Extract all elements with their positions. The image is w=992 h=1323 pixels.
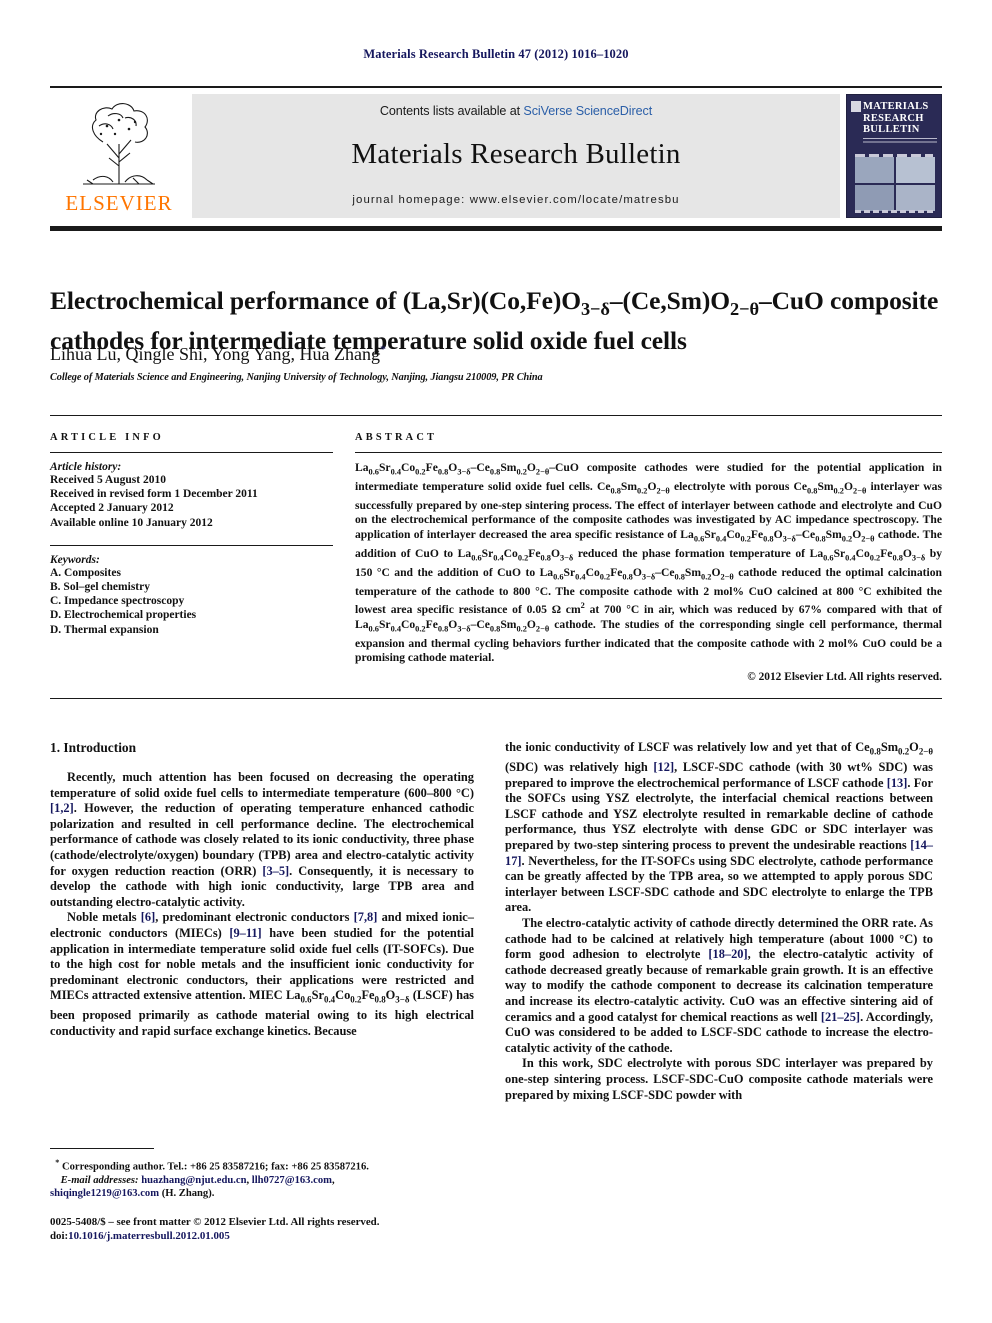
elsevier-tree-icon (83, 103, 155, 185)
elsevier-logo: ELSEVIER (50, 94, 188, 218)
abstract-heading: ABSTRACT (355, 432, 438, 443)
article-history-accepted: Accepted 2 January 2012 (50, 502, 174, 515)
footnotes-block: * Corresponding author. Tel.: +86 25 835… (50, 1156, 474, 1200)
email-suffix: (H. Zhang). (161, 1187, 215, 1199)
section-heading-introduction: 1. Introduction (50, 740, 137, 755)
corresponding-author-marker: * (380, 342, 387, 356)
imprint-block: 0025-5408/$ – see front matter © 2012 El… (50, 1216, 550, 1243)
article-history-revised: Received in revised form 1 December 2011 (50, 488, 258, 501)
corresponding-author-text: Corresponding author. Tel.: +86 25 83587… (61, 1161, 369, 1173)
cover-micrograph-grid (855, 157, 935, 211)
cover-footer-strip (855, 210, 933, 213)
citation-link[interactable]: [13] (887, 776, 908, 790)
info-section-top-rule (50, 415, 942, 416)
cover-title: MATERIALS RESEARCH BULLETIN (847, 95, 941, 136)
cover-micrograph-4 (896, 185, 935, 211)
keyword-item: D. Thermal expansion (50, 623, 159, 636)
journal-cover-thumbnail: MATERIALS RESEARCH BULLETIN (846, 94, 942, 218)
corresponding-author-note: * Corresponding author. Tel.: +86 25 835… (50, 1156, 474, 1174)
authors-text: Lihua Lu, Qingle Shi, Yong Yang, Hua Zha… (50, 344, 381, 364)
journal-title: Materials Research Bulletin (351, 138, 681, 170)
citation-link[interactable]: [12] (653, 760, 674, 774)
citation-link[interactable]: [9–11] (229, 926, 261, 940)
cover-logo-badge (851, 101, 861, 112)
footnote-separator (50, 1148, 154, 1149)
keyword-item: B. Sol–gel chemistry (50, 581, 150, 594)
article-history-label: Article history: (50, 461, 122, 473)
email-link[interactable]: llh0727@163.com (252, 1175, 332, 1186)
keyword-item: C. Impedance spectroscopy (50, 595, 185, 608)
keywords-block: Keywords: A. Composites B. Sol–gel chemi… (50, 544, 333, 637)
journal-band: Contents lists available at SciVerse Sci… (192, 94, 840, 218)
abstract-divider (355, 452, 942, 453)
cover-micrograph-1 (855, 157, 894, 183)
cover-micrograph-2 (896, 157, 935, 183)
affiliation: College of Materials Science and Enginee… (50, 372, 543, 383)
doi-link[interactable]: 10.1016/j.materresbull.2012.01.005 (68, 1230, 230, 1242)
cover-title-line-2: RESEARCH (863, 112, 924, 124)
body-column-right: the ionic conductivity of LSCF was relat… (505, 740, 933, 1103)
paper-page: Materials Research Bulletin 47 (2012) 10… (0, 0, 992, 1323)
paragraph: Recently, much attention has been focuse… (50, 770, 474, 909)
citation-link[interactable]: [7,8] (354, 910, 378, 924)
running-head: Materials Research Bulletin 47 (2012) 10… (363, 47, 629, 61)
keywords-label: Keywords: (50, 553, 100, 566)
email-note: E-mail addresses: huazhang@njut.edu.cn, … (50, 1174, 335, 1199)
abstract-bottom-rule (50, 698, 942, 699)
keyword-item: D. Electrochemical properties (50, 609, 197, 622)
footnote-star-marker: * (55, 1158, 60, 1167)
article-info-heading: ARTICLE INFO (50, 432, 164, 443)
doi-line: doi:10.1016/j.materresbull.2012.01.005 (50, 1230, 550, 1244)
issn-line: 0025-5408/$ – see front matter © 2012 El… (50, 1216, 380, 1228)
paragraph: Noble metals [6], predominant electronic… (50, 910, 475, 1038)
email-link[interactable]: shiqingle1219@163.com (50, 1188, 159, 1199)
article-history-received: Received 5 August 2010 (50, 474, 166, 486)
citation-link[interactable]: [14–17] (505, 838, 933, 868)
article-info-column: ARTICLE INFO Article history: Received 5… (50, 432, 333, 637)
keyword-item: A. Composites (50, 566, 121, 579)
abstract-column: ABSTRACT La0.6Sr0.4Co0.2Fe0.8O3−δ–Ce0.8S… (355, 432, 942, 683)
elsevier-wordmark: ELSEVIER (65, 191, 173, 215)
cover-title-line-1: MATERIALS (863, 101, 929, 112)
cover-subtitle-lines (863, 137, 937, 145)
citation-link[interactable]: [1,2] (50, 801, 74, 815)
body-column-left: 1. Introduction Recently, much attention… (50, 740, 474, 1040)
doi-label: doi: (50, 1229, 69, 1242)
cover-title-line-3: BULLETIN (863, 124, 920, 135)
journal-homepage-link[interactable]: journal homepage: www.elsevier.com/locat… (192, 194, 840, 206)
cover-micrograph-3 (855, 185, 894, 211)
email-link[interactable]: huazhang@njut.edu.cn (141, 1175, 246, 1186)
contents-prefix: Contents lists available at (379, 104, 524, 118)
paragraph: In this work, SDC electrolyte with porou… (505, 1056, 933, 1102)
email-addresses-label: E-mail addresses: (60, 1174, 139, 1186)
citation-link[interactable]: [18–20] (708, 947, 747, 961)
keywords-divider (50, 544, 333, 546)
abstract-text: La0.6Sr0.4Co0.2Fe0.8O3−δ–Ce0.8Sm0.2O2−θ–… (355, 461, 942, 665)
citation-link[interactable]: [3–5] (262, 864, 289, 878)
article-info-divider (50, 452, 333, 453)
citation-link[interactable]: [21–25] (821, 1010, 860, 1024)
sciencedirect-link[interactable]: SciVerse ScienceDirect (523, 104, 652, 118)
contents-available-line: Contents lists available at SciVerse Sci… (192, 94, 840, 118)
article-history-online: Available online 10 January 2012 (50, 516, 213, 529)
masthead-bottom-rule (50, 226, 942, 231)
citation-link[interactable]: [6] (141, 910, 155, 924)
abstract-copyright: © 2012 Elsevier Ltd. All rights reserved… (747, 670, 942, 683)
paragraph: the ionic conductivity of LSCF was relat… (505, 740, 933, 915)
paragraph: The electro-catalytic activity of cathod… (505, 916, 933, 1055)
journal-masthead: ELSEVIER Contents lists available at Sci… (50, 86, 942, 222)
author-list: Lihua Lu, Qingle Shi, Yong Yang, Hua Zha… (50, 342, 942, 365)
